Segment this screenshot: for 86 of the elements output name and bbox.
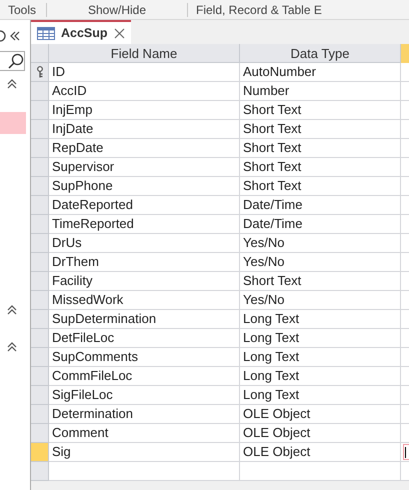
table-cell[interactable] — [401, 462, 409, 481]
data-type-cell[interactable]: Short Text — [240, 120, 401, 139]
field-name-cell[interactable]: SupPhone — [49, 177, 240, 196]
table-cell[interactable] — [401, 272, 409, 291]
data-type-cell[interactable]: Short Text — [240, 177, 401, 196]
collapse-icon[interactable] — [7, 79, 17, 89]
data-type-cell[interactable]: AutoNumber — [240, 63, 401, 82]
table-cell[interactable] — [401, 82, 409, 101]
collapse-icon[interactable] — [7, 342, 17, 352]
field-name-cell[interactable]: InjEmp — [49, 101, 240, 120]
data-type-cell[interactable]: OLE Object — [240, 443, 401, 462]
table-cell[interactable] — [401, 424, 409, 443]
data-type-cell[interactable]: Yes/No — [240, 291, 401, 310]
field-name-cell[interactable]: RepDate — [49, 139, 240, 158]
table-cell[interactable] — [240, 462, 401, 481]
table-cell[interactable] — [401, 196, 409, 215]
field-name-cell[interactable]: SupComments — [49, 348, 240, 367]
data-type-cell[interactable]: Long Text — [240, 386, 401, 405]
ribbon-group-label: Field, Record & Table E — [195, 2, 323, 16]
document-tab[interactable]: AccSup — [31, 20, 131, 44]
field-name-cell[interactable]: TimeReported — [49, 215, 240, 234]
table-cell[interactable] — [49, 462, 240, 481]
selected-nav-item[interactable] — [0, 112, 26, 134]
ribbon-group-label: Show/Hide — [47, 2, 188, 16]
table-cell[interactable] — [401, 234, 409, 253]
tab-title: AccSup — [61, 26, 108, 40]
field-name-cell[interactable]: MissedWork — [49, 291, 240, 310]
data-type-cell[interactable]: Long Text — [240, 348, 401, 367]
ribbon-group-label: Tools — [0, 2, 47, 16]
field-name-cell[interactable]: Sig — [49, 443, 240, 462]
field-name-cell[interactable]: Facility — [49, 272, 240, 291]
data-type-cell[interactable]: Short Text — [240, 272, 401, 291]
data-type-cell[interactable]: OLE Object — [240, 424, 401, 443]
table-cell[interactable] — [401, 158, 409, 177]
table-cell[interactable] — [401, 120, 409, 139]
field-name-cell[interactable]: InjDate — [49, 120, 240, 139]
collapse-icon[interactable] — [7, 305, 17, 315]
data-type-cell[interactable]: Long Text — [240, 367, 401, 386]
table-cell[interactable] — [401, 63, 409, 82]
data-type-cell[interactable]: Yes/No — [240, 253, 401, 272]
field-name-cell[interactable]: DrThem — [49, 253, 240, 272]
field-name-cell[interactable]: SigFileLoc — [49, 386, 240, 405]
column-header[interactable]: Data Type — [240, 44, 401, 63]
table-cell[interactable] — [401, 443, 409, 462]
data-type-cell[interactable]: Date/Time — [240, 215, 401, 234]
field-name-cell[interactable]: Comment — [49, 424, 240, 443]
table-cell[interactable] — [401, 215, 409, 234]
table-icon — [37, 26, 55, 40]
data-type-cell[interactable]: Long Text — [240, 310, 401, 329]
field-name-cell[interactable]: CommFileLoc — [49, 367, 240, 386]
field-name-cell[interactable]: DetFileLoc — [49, 329, 240, 348]
field-name-cell[interactable]: Determination — [49, 405, 240, 424]
table-cell[interactable] — [401, 101, 409, 120]
shutter-bar-icon[interactable] — [10, 30, 20, 40]
field-name-cell[interactable]: SupDetermination — [49, 310, 240, 329]
field-name-cell[interactable]: Supervisor — [49, 158, 240, 177]
data-type-cell[interactable]: Date/Time — [240, 196, 401, 215]
table-cell[interactable] — [401, 310, 409, 329]
data-type-cell[interactable]: Yes/No — [240, 234, 401, 253]
table-cell[interactable] — [401, 329, 409, 348]
text-cursor[interactable] — [403, 444, 409, 460]
field-name-cell[interactable]: AccID — [49, 82, 240, 101]
data-type-cell[interactable]: OLE Object — [240, 405, 401, 424]
data-type-cell[interactable]: Short Text — [240, 158, 401, 177]
table-cell[interactable] — [401, 253, 409, 272]
key-icon — [36, 66, 42, 78]
table-cell[interactable] — [401, 367, 409, 386]
column-header[interactable]: Field Name — [49, 44, 240, 63]
table-cell[interactable] — [401, 177, 409, 196]
table-cell[interactable] — [401, 139, 409, 158]
field-name-cell[interactable]: DrUs — [49, 234, 240, 253]
table-cell[interactable] — [401, 348, 409, 367]
search-icon[interactable] — [8, 53, 24, 69]
table-cell[interactable] — [401, 386, 409, 405]
table-cell[interactable] — [401, 291, 409, 310]
row-selector[interactable] — [31, 63, 49, 82]
column-header[interactable] — [401, 44, 409, 63]
search-field[interactable] — [0, 51, 25, 71]
data-type-cell[interactable]: Short Text — [240, 101, 401, 120]
field-name-cell[interactable]: ID — [49, 63, 240, 82]
data-type-cell[interactable]: Number — [240, 82, 401, 101]
field-name-cell[interactable]: DateReported — [49, 196, 240, 215]
table-cell[interactable] — [401, 405, 409, 424]
data-type-cell[interactable]: Long Text — [240, 329, 401, 348]
data-type-cell[interactable]: Short Text — [240, 139, 401, 158]
close-icon[interactable] — [114, 28, 125, 38]
